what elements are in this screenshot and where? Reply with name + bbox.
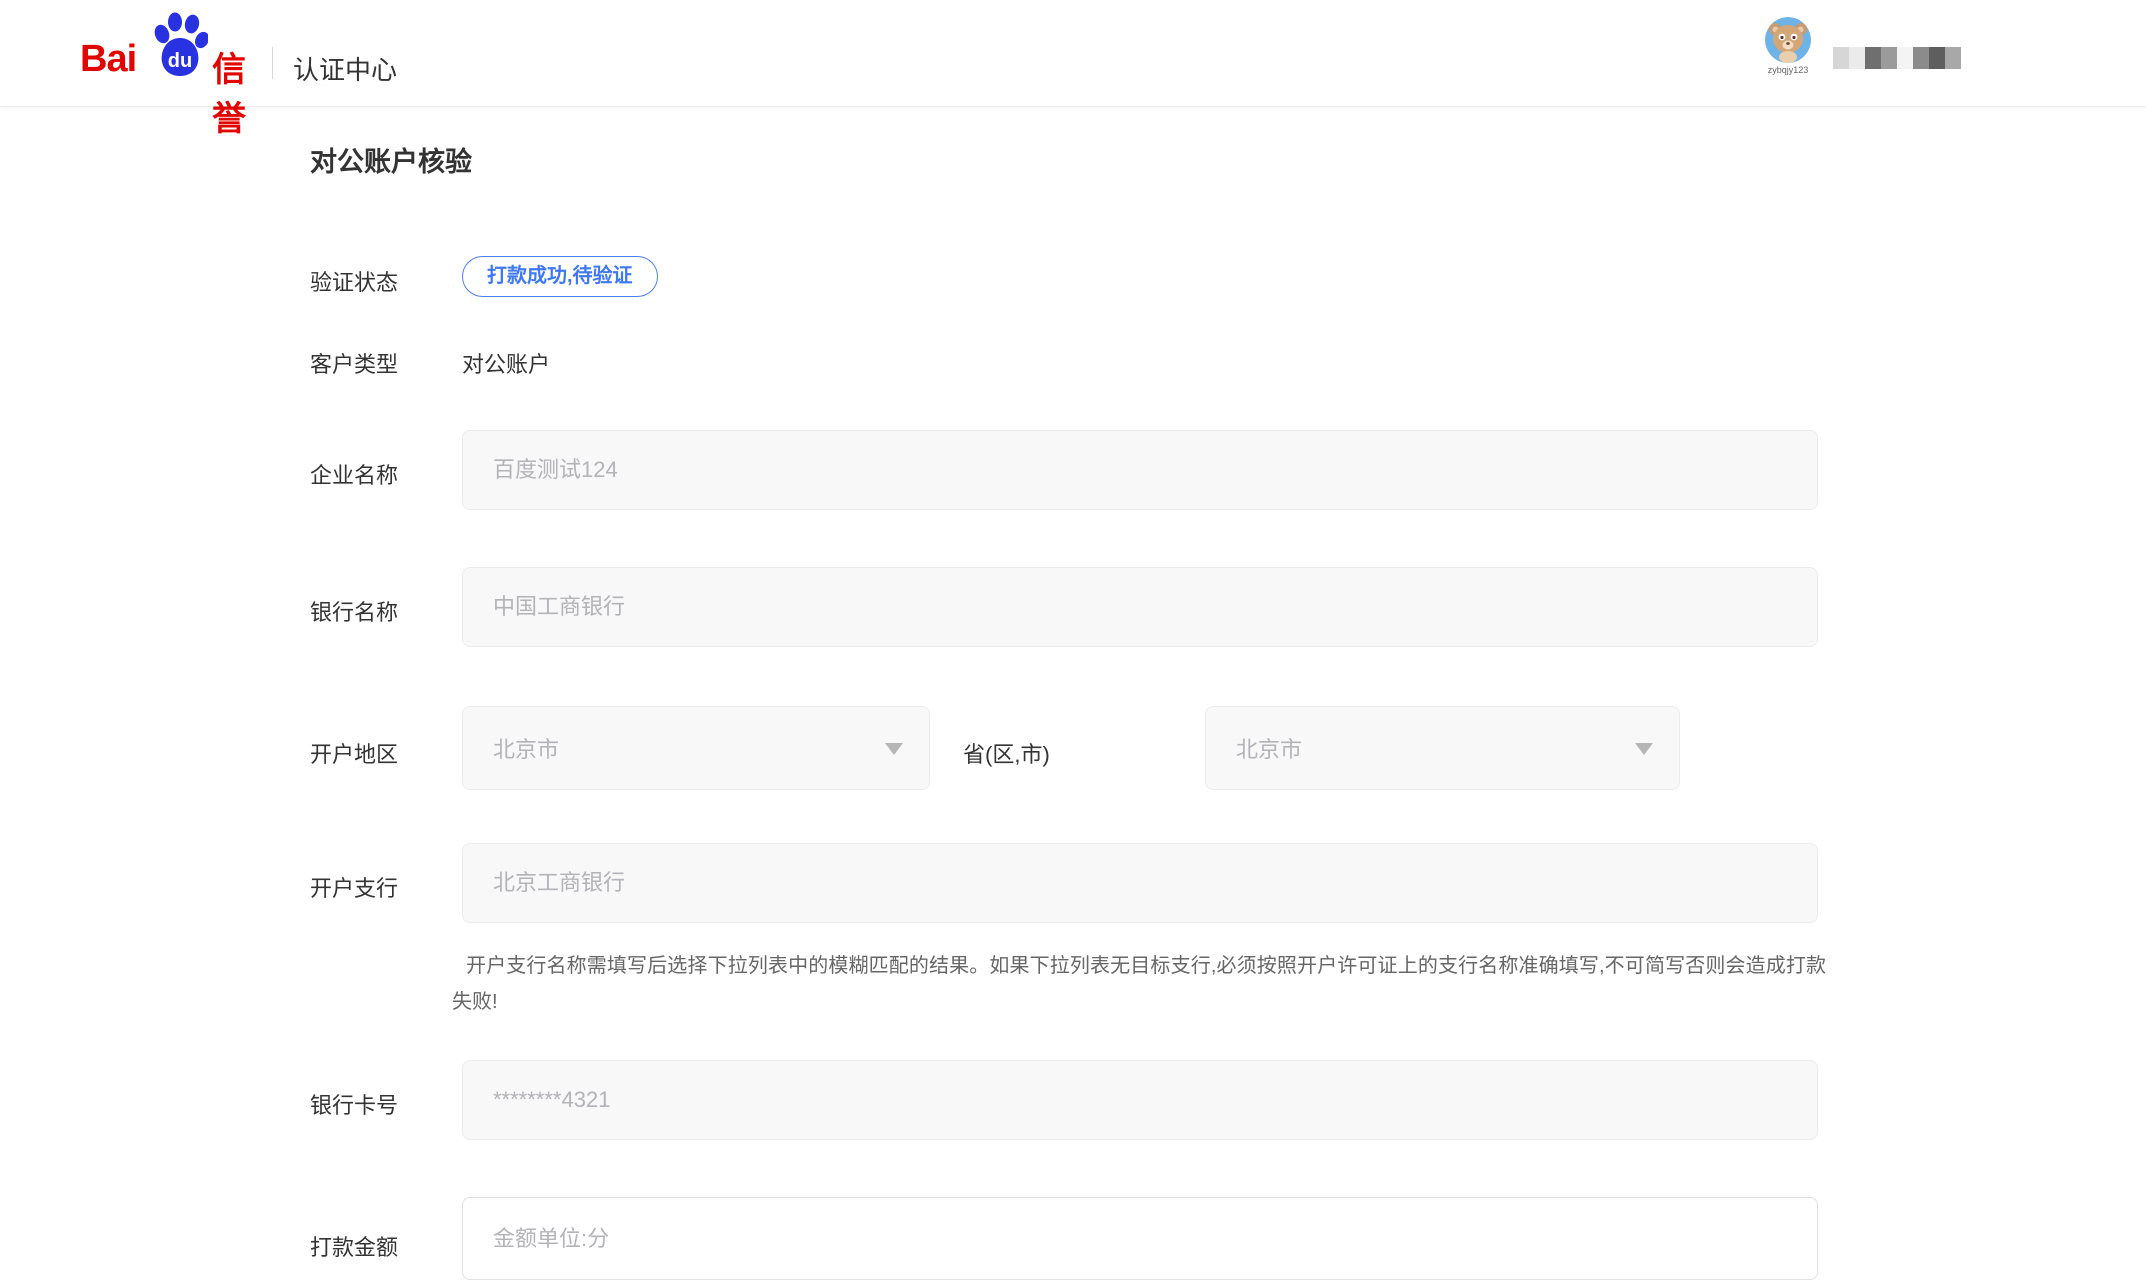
top-header: Bai du 信誉 认证中心 bbox=[0, 0, 2146, 107]
city-dropdown-value: 北京市 bbox=[1236, 732, 1302, 764]
field-label-branch: 开户支行 bbox=[310, 871, 398, 903]
account-verification-page: Bai du 信誉 认证中心 bbox=[0, 0, 2146, 1286]
branch-input[interactable] bbox=[462, 843, 1818, 923]
field-label-company-name: 企业名称 bbox=[310, 458, 398, 490]
field-label-customer-type: 客户类型 bbox=[310, 347, 398, 379]
username-text: zybqjy123 bbox=[1765, 65, 1811, 75]
status-badge: 打款成功,待验证 bbox=[462, 256, 658, 297]
branch-note: 开户支行名称需填写后选择下拉列表中的模糊匹配的结果。如果下拉列表无目标支行,必须… bbox=[452, 948, 1826, 1020]
card-number-input[interactable] bbox=[462, 1060, 1818, 1140]
chevron-down-icon bbox=[1635, 743, 1653, 755]
city-dropdown[interactable]: 北京市 bbox=[1205, 706, 1680, 790]
customer-type-value: 对公账户 bbox=[462, 347, 550, 379]
redacted-text bbox=[1833, 47, 1961, 69]
header-divider bbox=[272, 47, 273, 79]
company-name-input[interactable] bbox=[462, 430, 1818, 510]
field-label-amount: 打款金额 bbox=[310, 1230, 398, 1262]
avatar-bear-icon bbox=[1765, 17, 1811, 63]
province-dropdown-value: 北京市 bbox=[493, 732, 559, 764]
amount-input[interactable] bbox=[462, 1197, 1818, 1280]
field-label-bank-name: 银行名称 bbox=[310, 595, 398, 627]
field-label-region: 开户地区 bbox=[310, 737, 398, 769]
chevron-down-icon bbox=[885, 743, 903, 755]
page-title: 对公账户核验 bbox=[310, 140, 472, 179]
bank-name-input[interactable] bbox=[462, 567, 1818, 647]
logo-text-bai: Bai bbox=[80, 38, 136, 81]
field-label-card-number: 银行卡号 bbox=[310, 1088, 398, 1120]
svg-text:du: du bbox=[168, 50, 192, 72]
province-dropdown[interactable]: 北京市 bbox=[462, 706, 930, 790]
baidu-paw-icon: du bbox=[152, 12, 208, 83]
field-label-status: 验证状态 bbox=[310, 265, 398, 297]
user-avatar[interactable]: zybqjy123 bbox=[1765, 17, 1811, 75]
site-section-title: 认证中心 bbox=[293, 50, 397, 87]
logo-text-xinyu: 信誉 bbox=[212, 42, 248, 140]
region-unit-label: 省(区,市) bbox=[963, 737, 1050, 769]
